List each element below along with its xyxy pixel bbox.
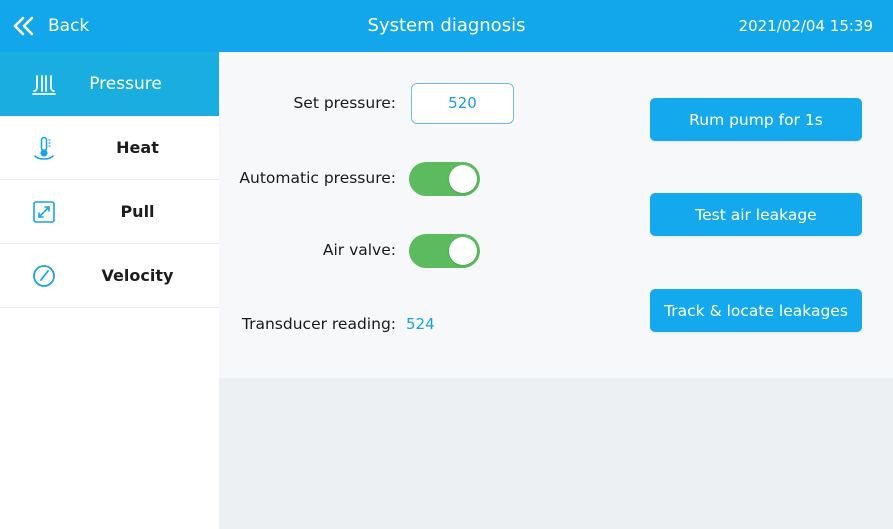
sidebar: Pressure Heat Pull Velocity [0,52,219,529]
back-label: Back [48,16,90,36]
sidebar-item-pressure[interactable]: Pressure [0,52,219,116]
sidebar-item-pull[interactable]: Pull [0,180,219,244]
automatic-pressure-label: Automatic pressure: [239,169,396,187]
toggle-knob [449,237,477,265]
toggle-knob [449,165,477,193]
pressure-icon [32,74,56,95]
thermometer-icon [34,136,54,160]
sidebar-item-label: Heat [116,138,159,157]
air-valve-toggle[interactable] [409,234,480,268]
run-pump-button[interactable]: Rum pump for 1s [650,98,862,141]
back-button[interactable]: Back [12,0,89,52]
main-content: Set pressure: 520 Automatic pressure: Ai… [219,52,893,529]
sidebar-item-label: Pressure [89,73,162,94]
set-pressure-label: Set pressure: [293,94,396,112]
air-valve-label: Air valve: [322,241,396,259]
transducer-reading-label: Transducer reading: [241,315,396,333]
expand-icon [33,200,55,223]
double-chevron-left-icon [13,16,34,36]
track-locate-leakages-button[interactable]: Track & locate leakages [650,289,862,332]
gauge-icon [33,264,55,287]
set-pressure-input[interactable]: 520 [411,83,514,124]
diagnosis-panel: Set pressure: 520 Automatic pressure: Ai… [219,52,893,378]
sidebar-item-velocity[interactable]: Velocity [0,244,219,308]
header-bar: Back System diagnosis 2021/02/04 15:39 [0,0,893,52]
sidebar-item-heat[interactable]: Heat [0,116,219,180]
transducer-reading-value: 524 [406,315,435,333]
sidebar-item-label: Velocity [101,266,174,285]
test-air-leakage-button[interactable]: Test air leakage [650,193,862,236]
sidebar-item-label: Pull [120,202,155,221]
datetime-display: 2021/02/04 15:39 [738,17,873,35]
automatic-pressure-toggle[interactable] [409,162,480,196]
